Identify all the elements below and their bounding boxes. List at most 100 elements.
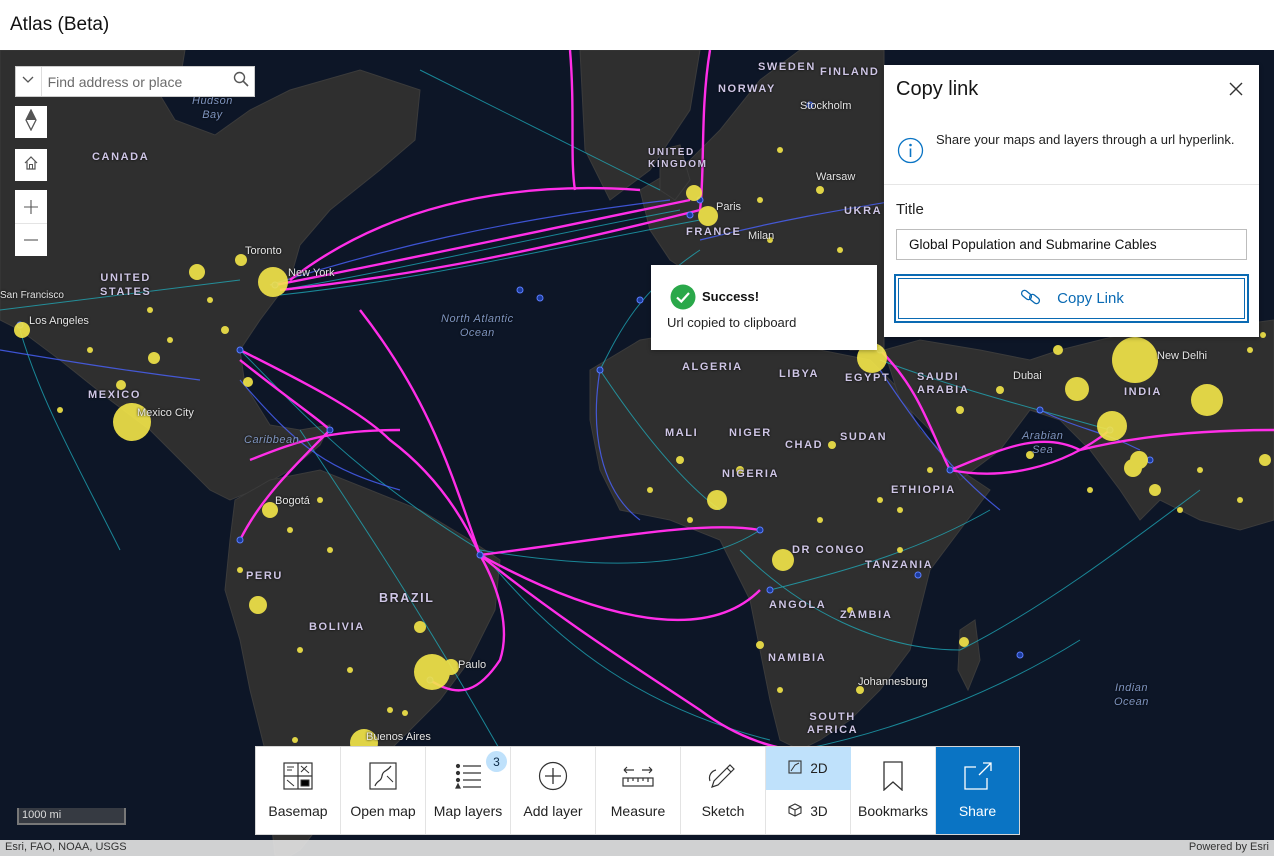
view-2d-button[interactable]: 2D [765,747,851,790]
label-buenos-aires: Buenos Aires [366,731,431,743]
label-canada: CANADA [92,151,150,163]
home-icon [23,155,39,176]
share-icon [963,761,993,796]
powered-by[interactable]: Powered by Esri [1189,841,1269,856]
label-caribbean: Caribbean [244,434,300,446]
compass-button[interactable] [15,106,47,138]
map-layers-button[interactable]: Map layers 3 [426,747,511,834]
label-dr-congo: DR CONGO [792,544,866,556]
title-label: Title [896,201,924,218]
bookmarks-button[interactable]: Bookmarks [851,747,936,834]
home-button[interactable] [15,149,47,181]
sketch-button[interactable]: Sketch [681,747,766,834]
chevron-down-icon [22,76,34,87]
label-niger: NIGER [729,427,772,439]
label-ukraine: UKRA [844,205,883,217]
basemap-icon [283,761,313,795]
plus-icon [24,194,38,220]
search-source-dropdown[interactable] [16,67,42,96]
share-button[interactable]: Share [936,747,1019,834]
share-label: Share [958,803,997,819]
label-united-kingdom: UNITED KINGDOM [648,147,708,170]
open-map-label: Open map [350,803,416,819]
app-window: Atlas (Beta) Hudson Bay CANADA UNITED ST… [0,0,1274,856]
close-icon [1229,82,1243,101]
label-san-francisco: San Francisco [0,290,64,301]
label-sweden: SWEDEN [758,61,816,73]
map-layers-label: Map layers [433,803,503,819]
search-widget [15,66,255,97]
label-dubai: Dubai [1013,370,1042,382]
view-3d-button[interactable]: 3D [766,790,851,833]
label-france: FRANCE [686,226,742,238]
info-notice: Share your maps and layers through a url… [884,125,1259,185]
close-button[interactable] [1224,79,1248,103]
zoom-in-button[interactable] [15,190,47,223]
label-bolivia: BOLIVIA [309,621,365,633]
label-mexico: MEXICO [88,389,141,401]
add-layer-button[interactable]: Add layer [511,747,596,834]
label-finland: FINLAND [820,66,880,78]
plus-circle-icon [538,761,568,796]
label-milan: Milan [748,230,775,242]
label-new-delhi: New Delhi [1157,350,1208,362]
copy-link-button[interactable]: Copy Link [894,274,1249,323]
search-icon [233,71,249,92]
label-bogota: Bogotá [275,495,310,507]
label-egypt: EGYPT [845,372,891,384]
label-north-atlantic: North Atlantic Ocean [441,313,514,339]
info-text: Share your maps and layers through a url… [936,132,1235,147]
compass-icon [24,108,38,136]
basemap-label: Basemap [268,803,328,819]
add-layer-label: Add layer [523,803,583,819]
measure-label: Measure [610,803,666,819]
label-peru: PERU [246,570,283,582]
check-circle-icon [670,284,696,315]
search-input[interactable] [41,67,229,96]
attribution-bar: Esri, FAO, NOAA, USGS Powered by Esri [0,840,1274,856]
map-2d-icon [788,760,802,777]
toast-title: Success! [702,289,760,304]
label-india: INDIA [1124,386,1162,398]
ruler-icon [622,764,654,793]
scale-bar: 1000 mi [17,808,126,825]
zoom-out-button[interactable] [15,223,47,256]
label-united-states: UNITED STATES [100,272,152,298]
label-chad: CHAD [785,439,824,451]
label-sudan: SUDAN [840,431,888,443]
bottom-toolbar: Basemap Open map Map layers 3 Add layer [255,746,1020,835]
info-icon [897,137,924,169]
label-mali: MALI [665,427,699,439]
attribution-sources: Esri, FAO, NOAA, USGS [5,841,127,853]
label-paris: Paris [716,201,742,213]
view-2d-label: 2D [810,761,828,776]
label-hudson-bay: Hudson Bay [192,95,233,121]
label-mexico-city: Mexico City [137,407,194,419]
label-johannesburg: Johannesburg [858,676,928,688]
view-dimension-toggle: 2D 3D [765,747,851,834]
label-toronto: Toronto [245,245,282,257]
label-new-york: New York [288,267,335,279]
layers-list-icon [454,762,482,795]
label-angola: ANGOLA [769,599,827,611]
search-button[interactable] [229,67,254,96]
label-namibia: NAMIBIA [768,652,827,664]
label-arabian-sea: Arabian Sea [1022,430,1064,456]
layers-count-badge: 3 [486,751,507,772]
app-title: Atlas (Beta) [10,14,110,35]
measure-button[interactable]: Measure [596,747,681,834]
view-3d-label: 3D [810,804,828,819]
label-libya: LIBYA [779,368,819,380]
copy-link-panel: Copy link Share your maps and layers thr… [884,65,1259,337]
link-icon [1019,286,1043,312]
bookmark-icon [883,760,903,796]
label-algeria: ALGERIA [682,361,743,373]
open-map-button[interactable]: Open map [341,747,426,834]
pencil-icon [708,761,738,796]
title-field[interactable] [896,229,1247,260]
basemap-button[interactable]: Basemap [256,747,341,834]
label-saudi-arabia: SAUDI ARABIA [917,371,970,396]
label-ethiopia: ETHIOPIA [891,484,956,496]
label-norway: NORWAY [718,83,776,95]
map-view[interactable]: Hudson Bay CANADA UNITED STATES Toronto … [0,50,1274,856]
